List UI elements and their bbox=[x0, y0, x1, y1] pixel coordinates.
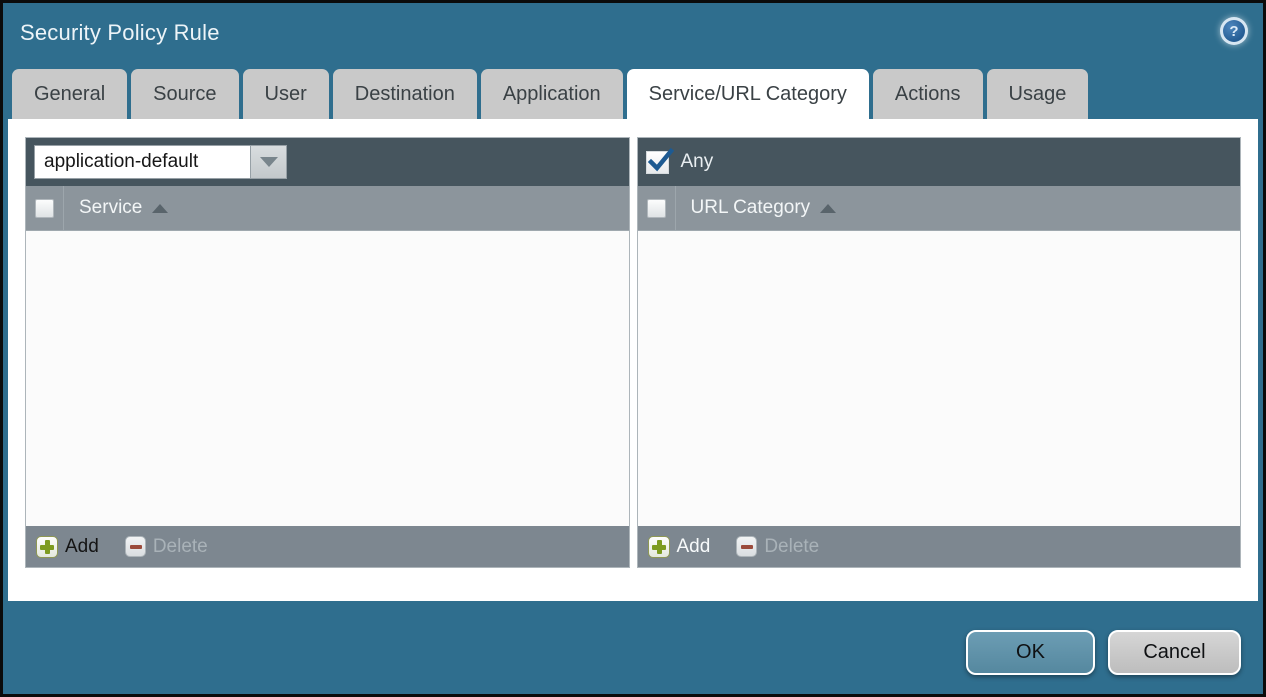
tab-bar: General Source User Destination Applicat… bbox=[12, 69, 1254, 119]
url-category-list[interactable] bbox=[638, 231, 1241, 526]
tab-user[interactable]: User bbox=[243, 69, 329, 119]
tab-general[interactable]: General bbox=[12, 69, 127, 119]
tab-destination[interactable]: Destination bbox=[333, 69, 477, 119]
tab-application[interactable]: Application bbox=[481, 69, 623, 119]
cancel-button[interactable]: Cancel bbox=[1108, 630, 1241, 675]
chevron-down-icon bbox=[260, 157, 278, 167]
tab-usage[interactable]: Usage bbox=[987, 69, 1089, 119]
service-select-all-cell bbox=[26, 186, 64, 230]
tab-source[interactable]: Source bbox=[131, 69, 238, 119]
service-column-header-row: Service bbox=[26, 186, 629, 231]
any-checkbox-label: Any bbox=[681, 151, 714, 173]
minus-icon bbox=[125, 536, 146, 557]
service-list[interactable] bbox=[26, 231, 629, 526]
minus-icon bbox=[736, 536, 757, 557]
url-category-column-label: URL Category bbox=[691, 197, 811, 219]
sort-ascending-icon bbox=[152, 204, 168, 213]
question-mark-glyph: ? bbox=[1223, 20, 1245, 42]
service-panel-header bbox=[26, 138, 629, 186]
service-panel-footer: Add Delete bbox=[26, 526, 629, 567]
service-delete-button[interactable]: Delete bbox=[125, 536, 208, 558]
plus-icon bbox=[36, 536, 58, 558]
tab-content-area: Service Add Delete bbox=[8, 119, 1258, 601]
url-category-column-header[interactable]: URL Category bbox=[691, 197, 837, 219]
url-category-panel-header: Any bbox=[638, 138, 1241, 186]
tab-service-url-category[interactable]: Service/URL Category bbox=[627, 69, 869, 119]
checkmark-icon bbox=[647, 148, 675, 176]
url-category-column-header-row: URL Category bbox=[638, 186, 1241, 231]
tab-actions[interactable]: Actions bbox=[873, 69, 983, 119]
url-category-add-button[interactable]: Add bbox=[648, 536, 711, 558]
service-combobox-input[interactable] bbox=[34, 145, 250, 179]
service-column-label: Service bbox=[79, 197, 142, 219]
url-category-select-all-cell bbox=[638, 186, 676, 230]
ok-button[interactable]: OK bbox=[966, 630, 1095, 675]
service-select-all-checkbox[interactable] bbox=[35, 199, 54, 218]
url-category-delete-button[interactable]: Delete bbox=[736, 536, 819, 558]
service-panel: Service Add Delete bbox=[25, 137, 630, 568]
help-icon[interactable]: ? bbox=[1220, 17, 1248, 45]
service-add-button[interactable]: Add bbox=[36, 536, 99, 558]
dialog-title: Security Policy Rule bbox=[20, 20, 220, 46]
service-column-header[interactable]: Service bbox=[79, 197, 168, 219]
url-category-panel-footer: Add Delete bbox=[638, 526, 1241, 567]
security-policy-rule-dialog: Security Policy Rule ? General Source Us… bbox=[0, 0, 1266, 697]
sort-ascending-icon bbox=[820, 204, 836, 213]
any-checkbox[interactable] bbox=[646, 151, 669, 174]
service-combobox[interactable] bbox=[34, 145, 287, 179]
combobox-dropdown-button[interactable] bbox=[250, 145, 287, 179]
url-category-panel: Any URL Category Add bbox=[637, 137, 1242, 568]
url-category-select-all-checkbox[interactable] bbox=[647, 199, 666, 218]
plus-icon bbox=[648, 536, 670, 558]
